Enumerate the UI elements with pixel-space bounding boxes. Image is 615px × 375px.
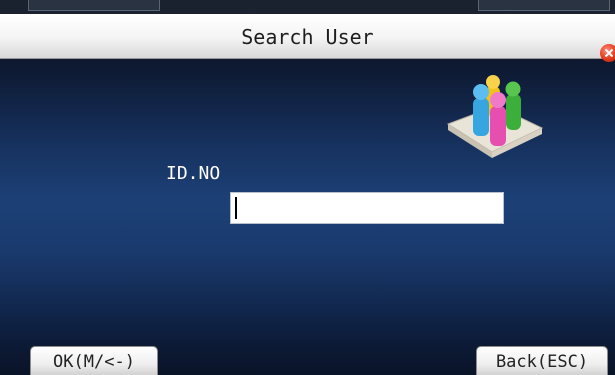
- ok-button[interactable]: OK(M/<-): [30, 346, 158, 375]
- page-title: Search User: [241, 25, 374, 49]
- users-group-icon: [446, 75, 544, 158]
- id-number-input[interactable]: [230, 192, 504, 224]
- top-strip-segment-right: [478, 0, 610, 11]
- close-icon[interactable]: [600, 44, 615, 62]
- search-user-screen: Search User ID.NO OK(M/<-) Back(ESC): [0, 0, 615, 375]
- top-strip-segment-left: [28, 0, 160, 11]
- text-caret: [235, 197, 237, 219]
- top-status-strip: [0, 0, 615, 14]
- title-bar: Search User: [0, 14, 615, 62]
- back-button[interactable]: Back(ESC): [476, 346, 608, 375]
- id-number-label: ID.NO: [166, 163, 221, 184]
